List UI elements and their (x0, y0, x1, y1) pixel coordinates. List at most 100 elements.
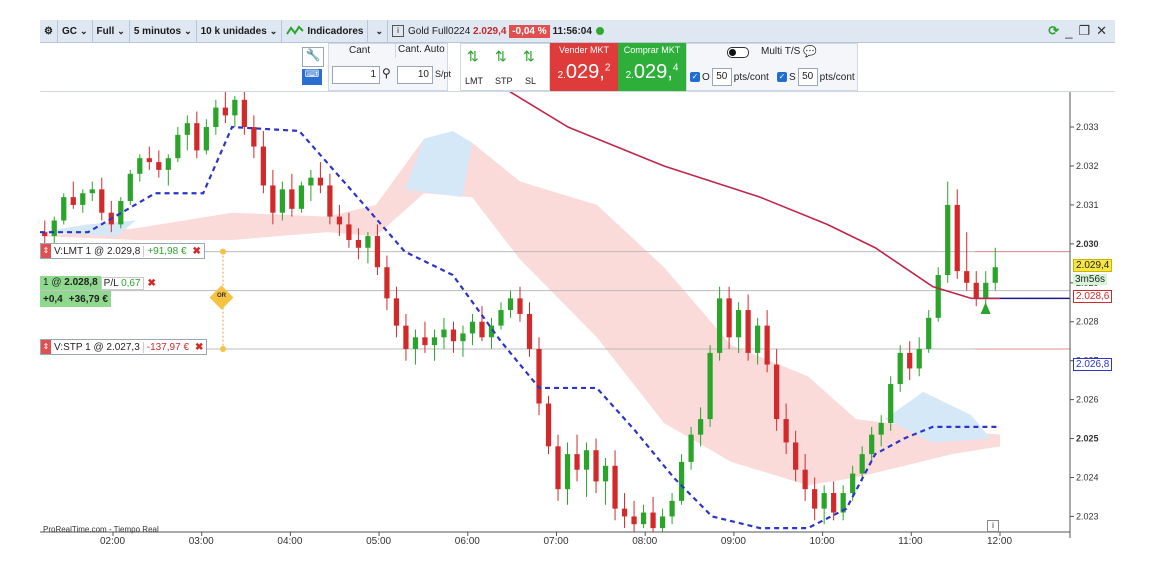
spt-input[interactable]: 10 (397, 66, 433, 84)
candle-body (793, 442, 799, 470)
candle-body (118, 201, 124, 225)
order-type-panel: ⇅ ⇅ ⇅ LMT STP SL (460, 43, 550, 91)
restore-icon[interactable]: ❐ (1078, 23, 1090, 39)
candle-body (707, 352, 713, 420)
candle-body (393, 298, 400, 326)
o-points-input[interactable]: 50 (711, 68, 732, 86)
close-position-icon[interactable]: ✖ (144, 278, 160, 289)
s-checkbox[interactable]: ✓ (777, 72, 787, 82)
o-checkbox[interactable]: ✓ (690, 72, 700, 82)
candle-body (412, 337, 419, 349)
position-tag[interactable]: 1 @ 2.028,8 P/L 0,67 ✖ (40, 275, 160, 291)
quantity-input[interactable]: 1 (332, 66, 380, 84)
candle-body (213, 107, 219, 128)
candle-body (260, 146, 266, 186)
info-icon[interactable]: i (987, 520, 999, 532)
lmt-button[interactable]: LMT (465, 76, 483, 86)
candle-body (222, 107, 228, 116)
x-tick-label: 10:00 (809, 536, 835, 547)
lmt-order-icon[interactable]: ⇅ (467, 48, 479, 65)
info-icon[interactable]: i (392, 25, 404, 37)
instrument-info: i Gold Full0224 2.029,4 -0,04 % 11:56:04 (388, 20, 608, 42)
x-tick-label: 05:00 (366, 536, 392, 547)
candle-body (621, 508, 628, 517)
candle-body (907, 352, 913, 369)
multi-ts-toggle[interactable] (727, 47, 749, 58)
candle-body (203, 127, 209, 151)
settings-button[interactable]: ⚙ (40, 20, 58, 42)
stp-order-icon[interactable]: ⇅ (495, 48, 507, 65)
chevron-down-icon: ⌄ (269, 25, 278, 36)
minimize-icon[interactable]: _ (1065, 24, 1072, 39)
sell-market-button[interactable]: Vender MKT 2.029,2 (550, 43, 618, 91)
units-selector[interactable]: 10 k unidades ⌄ (197, 20, 283, 42)
candle-body (384, 267, 390, 299)
y-tick-label: 2.023 (1076, 511, 1099, 521)
candle-body (51, 220, 57, 237)
buy-arrow-icon (980, 302, 991, 314)
candle-body (678, 461, 685, 501)
y-tick-label: 2.033 (1076, 122, 1099, 132)
candle-body (460, 333, 466, 342)
candle-body (70, 197, 76, 205)
candle-body (441, 329, 447, 338)
candle-body (61, 197, 67, 221)
candle-body (355, 239, 362, 248)
chevron-down-icon: ⌄ (375, 25, 383, 36)
limit-order-tag[interactable]: ⇕ V:LMT 1 @ 2.029,8 +91,98 € ✖ (40, 243, 205, 259)
candle-body (99, 189, 105, 213)
cancel-order-icon[interactable]: ✖ (190, 246, 204, 257)
candle-body (526, 313, 533, 349)
drag-handle-icon[interactable]: ⇕ (41, 244, 51, 258)
stp-button[interactable]: STP (495, 76, 513, 86)
cancel-order-icon[interactable]: ✖ (192, 342, 206, 353)
candle-body (327, 185, 333, 217)
candle-body (659, 516, 666, 529)
quantity-panel: Cant Cant. Auto 1 ⚲ 10 S/pt (328, 43, 451, 91)
refresh-icon[interactable]: ⟳ (1048, 23, 1059, 39)
change-badge: -0,04 % (509, 24, 550, 38)
indicators-button[interactable]: Indicadores (282, 20, 369, 42)
drag-handle-icon[interactable]: ⇕ (41, 340, 51, 354)
symbol-selector[interactable]: GC ⌄ (58, 20, 93, 42)
timeframe-selector[interactable]: 5 minutos ⌄ (130, 20, 197, 42)
stop-order-tag[interactable]: ⇕ V:STP 1 @ 2.027,3 -137,97 € ✖ (40, 339, 208, 355)
wrench-icon[interactable]: 🔧 (302, 47, 324, 67)
candle-body (232, 99, 238, 116)
indicators-icon (286, 25, 305, 35)
oco-node (220, 345, 226, 352)
keyboard-icon[interactable]: ⌨ (302, 69, 322, 85)
candle-body (251, 127, 257, 147)
chat-icon: 💬 (803, 46, 817, 58)
candle-body (631, 516, 637, 525)
y-tick-label: 2.032 (1076, 161, 1099, 171)
candle-body (992, 267, 998, 283)
cant-auto-toggle[interactable]: Cant. Auto (395, 44, 450, 58)
candle-body (403, 325, 409, 349)
clock: 11:56:04 (552, 25, 592, 37)
buy-market-button[interactable]: Comprar MKT 2.029,4 (618, 43, 686, 91)
mode-selector[interactable]: Full ⌄ (93, 20, 130, 42)
link-icon[interactable]: ⚲ (382, 66, 391, 80)
candle-body (241, 99, 247, 128)
candle-body (127, 173, 133, 202)
x-tick-label: 11:00 (898, 536, 923, 547)
candle-body (831, 493, 837, 513)
candle-body (89, 189, 95, 194)
sl-order-icon[interactable]: ⇅ (523, 48, 535, 65)
candle-body (916, 348, 922, 369)
close-icon[interactable]: ✕ (1096, 23, 1107, 39)
window-controls: ⟳ _ ❐ ✕ (1048, 20, 1107, 42)
candle-body (954, 204, 960, 272)
indicators-dropdown[interactable]: ⌄ (368, 20, 388, 42)
candle-body (669, 500, 675, 517)
s-points-input[interactable]: 50 (797, 68, 818, 86)
candle-body (450, 329, 457, 342)
candle-body (146, 158, 152, 163)
candle-body (983, 282, 989, 299)
candle-body (688, 434, 694, 462)
status-dot-icon (595, 27, 604, 35)
sl-button[interactable]: SL (525, 76, 536, 86)
candle-body (716, 298, 723, 353)
price-chart[interactable]: 2.0332.0322.0312.0302.0292.0282.0272.026… (40, 92, 1115, 538)
